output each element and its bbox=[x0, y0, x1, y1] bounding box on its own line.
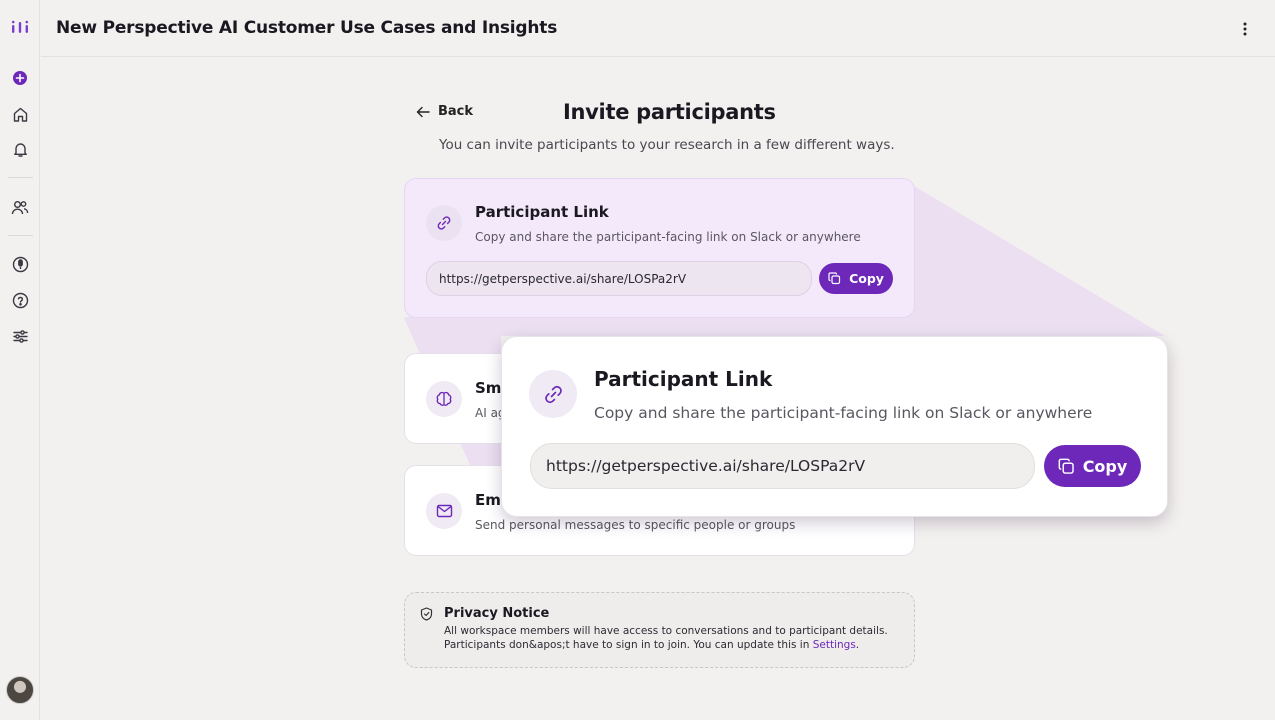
card-description: Copy and share the participant-facing li… bbox=[475, 230, 861, 244]
copy-icon bbox=[1058, 458, 1074, 474]
zoom-share-url-field[interactable]: https://getperspective.ai/share/LOSPa2rV bbox=[530, 443, 1035, 489]
privacy-text-line: Participants don&apos;t have to sign in … bbox=[444, 639, 859, 651]
microphone-icon[interactable] bbox=[10, 254, 30, 274]
shield-icon bbox=[420, 607, 433, 621]
zoom-card-title: Participant Link bbox=[594, 367, 773, 391]
copy-button[interactable]: Copy bbox=[819, 263, 893, 294]
zoom-copy-button[interactable]: Copy bbox=[1044, 445, 1141, 487]
copy-label: Copy bbox=[1082, 456, 1128, 476]
participant-link-card: Participant Link Copy and share the part… bbox=[404, 178, 915, 318]
page-subtitle: You can invite participants to your rese… bbox=[439, 137, 895, 153]
card-description: Send personal messages to specific peopl… bbox=[475, 518, 796, 532]
card-title: Sm bbox=[475, 379, 502, 397]
link-icon bbox=[529, 370, 577, 418]
settings-link[interactable]: Settings bbox=[813, 639, 856, 651]
bell-icon[interactable] bbox=[10, 139, 30, 159]
zoom-card-description: Copy and share the participant-facing li… bbox=[594, 404, 1093, 422]
avatar[interactable] bbox=[6, 676, 34, 704]
page-title: Invite participants bbox=[563, 100, 776, 124]
sidebar bbox=[0, 0, 40, 720]
sliders-icon[interactable] bbox=[10, 326, 30, 346]
brain-icon bbox=[426, 381, 462, 417]
people-icon[interactable] bbox=[10, 197, 30, 217]
back-button[interactable]: Back bbox=[416, 104, 473, 119]
sidebar-divider bbox=[8, 177, 33, 178]
privacy-text-line: All workspace members will have access t… bbox=[444, 625, 888, 637]
share-url-field[interactable]: https://getperspective.ai/share/LOSPa2rV bbox=[426, 261, 812, 296]
new-research-icon[interactable] bbox=[10, 68, 30, 88]
page-header-title: New Perspective AI Customer Use Cases an… bbox=[56, 18, 558, 38]
header: New Perspective AI Customer Use Cases an… bbox=[41, 0, 1275, 57]
privacy-text: Participants don&apos;t have to sign in … bbox=[444, 639, 813, 651]
privacy-notice: Privacy Notice All workspace members wil… bbox=[404, 592, 915, 668]
sidebar-divider bbox=[8, 235, 33, 236]
logo-icon[interactable] bbox=[10, 17, 30, 37]
privacy-title: Privacy Notice bbox=[444, 606, 550, 621]
copy-icon bbox=[828, 272, 841, 285]
arrow-left-icon bbox=[416, 106, 430, 117]
zoomed-participant-link-card: Participant Link Copy and share the part… bbox=[501, 336, 1168, 517]
help-icon[interactable] bbox=[10, 290, 30, 310]
copy-label: Copy bbox=[849, 271, 884, 286]
more-options-icon[interactable] bbox=[1237, 18, 1253, 40]
privacy-text: . bbox=[855, 639, 860, 651]
mail-icon bbox=[426, 493, 462, 529]
back-label: Back bbox=[438, 104, 474, 119]
link-icon bbox=[426, 205, 462, 241]
home-icon[interactable] bbox=[10, 104, 30, 124]
card-title: Participant Link bbox=[475, 203, 609, 221]
